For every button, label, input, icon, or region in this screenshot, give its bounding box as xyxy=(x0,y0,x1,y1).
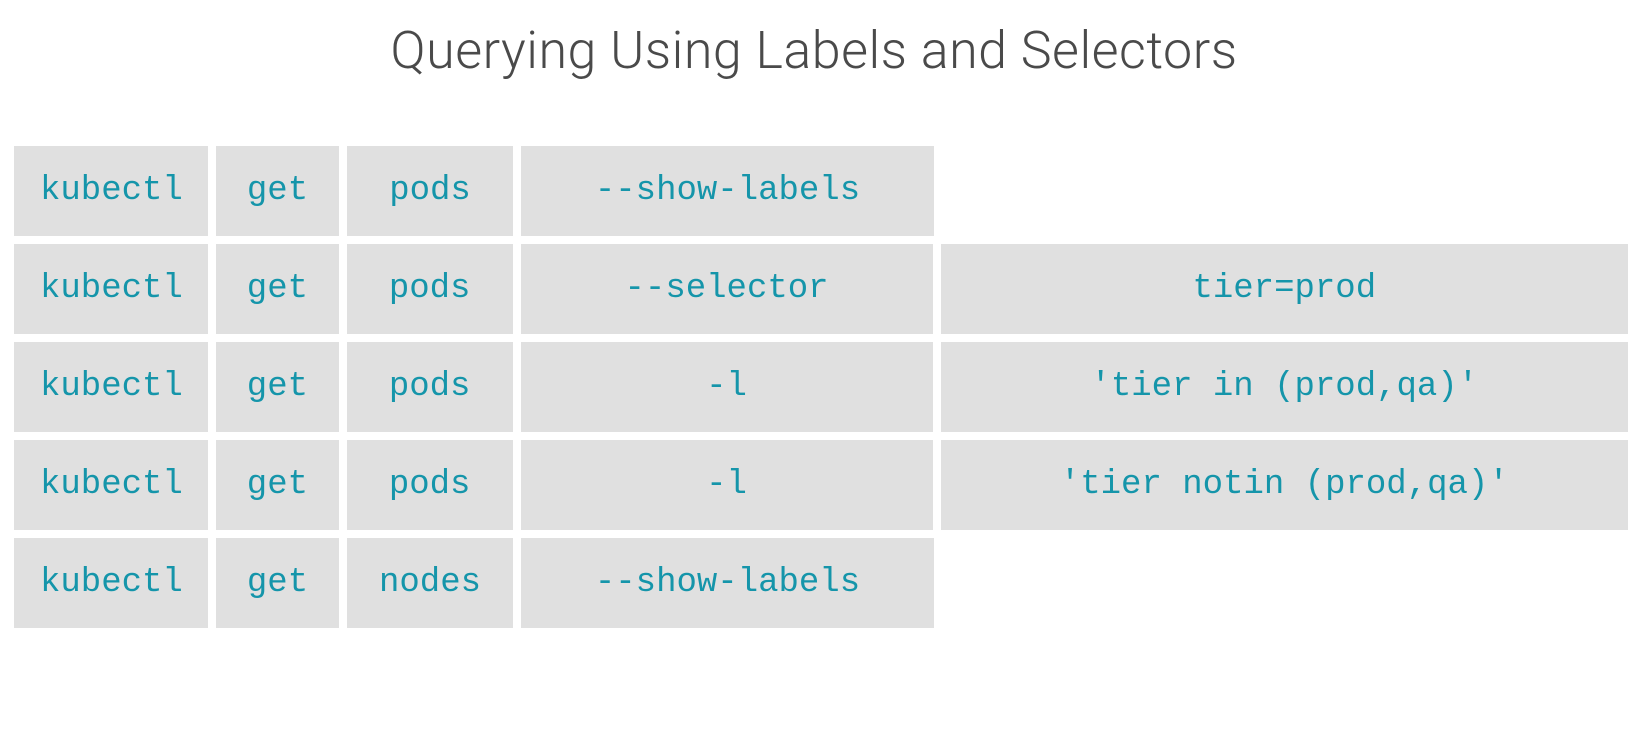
cell-subcommand: get xyxy=(216,146,339,236)
cell-resource: pods xyxy=(347,440,513,530)
command-table: kubectl get pods --show-labels kubectl g… xyxy=(0,146,1628,628)
cell-arg: tier=prod xyxy=(941,244,1628,334)
cell-subcommand: get xyxy=(216,538,339,628)
table-row: kubectl get pods -l 'tier notin (prod,qa… xyxy=(14,440,1628,530)
table-row: kubectl get pods -l 'tier in (prod,qa)' xyxy=(14,342,1628,432)
cell-arg: 'tier notin (prod,qa)' xyxy=(941,440,1628,530)
cell-command: kubectl xyxy=(14,538,208,628)
cell-command: kubectl xyxy=(14,146,208,236)
cell-flag: -l xyxy=(521,440,933,530)
cell-subcommand: get xyxy=(216,244,339,334)
cell-resource: pods xyxy=(347,146,513,236)
cell-command: kubectl xyxy=(14,342,208,432)
cell-resource: pods xyxy=(347,342,513,432)
cell-resource: nodes xyxy=(347,538,513,628)
cell-subcommand: get xyxy=(216,342,339,432)
table-row: kubectl get pods --selector tier=prod xyxy=(14,244,1628,334)
cell-command: kubectl xyxy=(14,440,208,530)
page-title: Querying Using Labels and Selectors xyxy=(0,20,1628,81)
cell-resource: pods xyxy=(347,244,513,334)
cell-subcommand: get xyxy=(216,440,339,530)
cell-command: kubectl xyxy=(14,244,208,334)
cell-flag: --selector xyxy=(521,244,933,334)
table-row: kubectl get pods --show-labels xyxy=(14,146,1628,236)
cell-flag: --show-labels xyxy=(521,538,934,628)
cell-flag: -l xyxy=(521,342,933,432)
table-row: kubectl get nodes --show-labels xyxy=(14,538,1628,628)
cell-flag: --show-labels xyxy=(521,146,934,236)
cell-arg: 'tier in (prod,qa)' xyxy=(941,342,1628,432)
